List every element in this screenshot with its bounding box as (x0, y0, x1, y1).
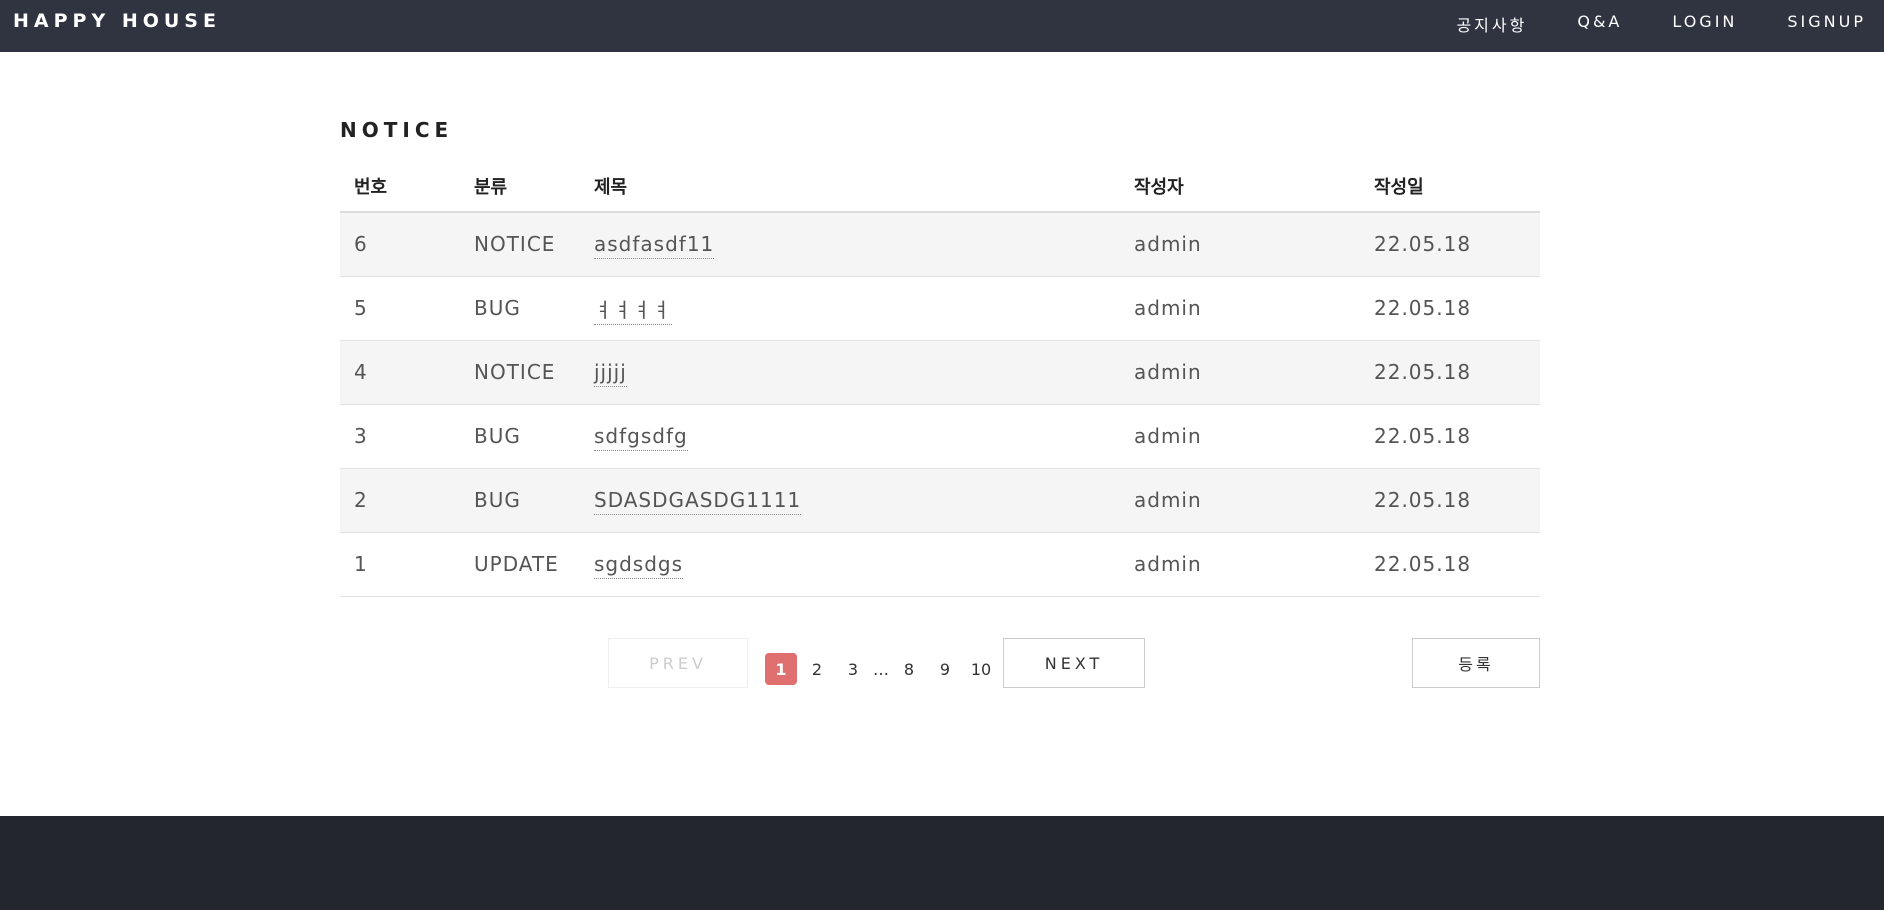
row-category: BUG (460, 404, 580, 469)
row-date: 22.05.18 (1360, 468, 1540, 533)
row-category: BUG (460, 276, 580, 341)
row-date: 22.05.18 (1360, 340, 1540, 405)
row-date: 22.05.18 (1360, 212, 1540, 277)
row-writer: admin (1120, 212, 1360, 277)
page-title: NOTICE (340, 118, 454, 142)
table-row: 3 BUG sdfgsdfg admin 22.05.18 (340, 404, 1540, 469)
row-no: 2 (340, 468, 460, 533)
main-nav: 공지사항 Q&A LOGIN SIGNUP (1456, 12, 1866, 36)
column-header-writer: 작성자 (1120, 160, 1360, 213)
row-title-cell: ㅕㅕㅕㅕ (580, 276, 1120, 341)
nav-login[interactable]: LOGIN (1672, 12, 1737, 36)
page-9-button[interactable]: 9 (929, 653, 961, 685)
pagination-ellipsis: … (873, 659, 889, 679)
table-row: 2 BUG SDASDGASDG1111 admin 22.05.18 (340, 468, 1540, 533)
column-header-title: 제목 (580, 160, 1120, 213)
brand-logo[interactable]: HAPPY HOUSE (13, 10, 221, 32)
table-header-row: 번호 분류 제목 작성자 작성일 (340, 160, 1540, 213)
register-button[interactable]: 등록 (1412, 638, 1540, 688)
row-title-link[interactable]: asdfasdf11 (594, 232, 715, 260)
row-writer: admin (1120, 532, 1360, 597)
row-no: 1 (340, 532, 460, 597)
table-row: 6 NOTICE asdfasdf11 admin 22.05.18 (340, 212, 1540, 277)
row-title-cell: sdfgsdfg (580, 404, 1120, 469)
page-8-button[interactable]: 8 (893, 653, 925, 685)
row-date: 22.05.18 (1360, 276, 1540, 341)
row-title-cell: SDASDGASDG1111 (580, 468, 1120, 533)
row-date: 22.05.18 (1360, 404, 1540, 469)
row-no: 4 (340, 340, 460, 405)
footer (0, 816, 1884, 910)
table-row: 4 NOTICE jjjjj admin 22.05.18 (340, 340, 1540, 405)
table-row: 5 BUG ㅕㅕㅕㅕ admin 22.05.18 (340, 276, 1540, 341)
row-title-link[interactable]: SDASDGASDG1111 (594, 488, 802, 515)
row-title-cell: sgdsdgs (580, 532, 1120, 597)
next-button[interactable]: NEXT (1003, 638, 1145, 688)
nav-notice[interactable]: 공지사항 (1456, 12, 1527, 36)
nav-qna[interactable]: Q&A (1577, 12, 1622, 36)
row-no: 3 (340, 404, 460, 469)
row-writer: admin (1120, 340, 1360, 405)
row-date: 22.05.18 (1360, 532, 1540, 597)
notice-table: 번호 분류 제목 작성자 작성일 6 NOTICE asdfasdf11 adm… (340, 160, 1540, 597)
row-title-cell: asdfasdf11 (580, 212, 1120, 277)
row-writer: admin (1120, 276, 1360, 341)
row-no: 5 (340, 276, 460, 341)
row-writer: admin (1120, 404, 1360, 469)
row-category: UPDATE (460, 532, 580, 597)
nav-signup[interactable]: SIGNUP (1787, 12, 1866, 36)
row-category: NOTICE (460, 212, 580, 277)
row-title-link[interactable]: sdfgsdfg (594, 424, 688, 451)
column-header-category: 분류 (460, 160, 580, 213)
row-title-link[interactable]: sgdsdgs (594, 552, 684, 579)
page-1-button[interactable]: 1 (765, 653, 797, 685)
page-2-button[interactable]: 2 (801, 653, 833, 685)
row-title-link[interactable]: ㅕㅕㅕㅕ (594, 297, 672, 325)
row-writer: admin (1120, 468, 1360, 533)
row-title-link[interactable]: jjjjj (594, 360, 627, 387)
row-category: BUG (460, 468, 580, 533)
table-row: 1 UPDATE sgdsdgs admin 22.05.18 (340, 532, 1540, 597)
row-title-cell: jjjjj (580, 340, 1120, 405)
prev-button[interactable]: PREV (608, 638, 748, 688)
pagination: 1 2 3 … 8 9 10 (765, 653, 1001, 685)
row-no: 6 (340, 212, 460, 277)
page-3-button[interactable]: 3 (837, 653, 869, 685)
page-10-button[interactable]: 10 (965, 653, 997, 685)
top-navbar: HAPPY HOUSE 공지사항 Q&A LOGIN SIGNUP (0, 0, 1884, 52)
row-category: NOTICE (460, 340, 580, 405)
column-header-no: 번호 (340, 160, 460, 213)
column-header-date: 작성일 (1360, 160, 1540, 213)
